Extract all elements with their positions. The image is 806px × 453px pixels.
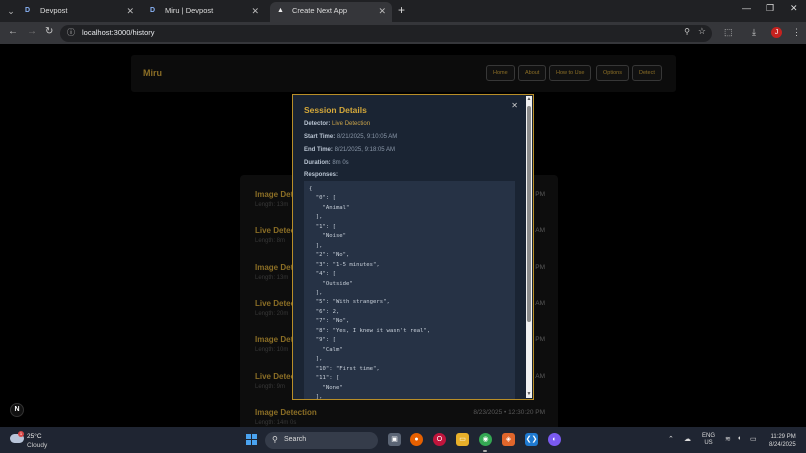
tray-overflow-icon[interactable]: ⌃ <box>668 435 674 443</box>
duration-label: Duration: <box>304 160 331 166</box>
clock-date: 8/24/2025 <box>769 442 796 448</box>
devpost-favicon-icon: D <box>25 7 31 14</box>
profile-avatar[interactable]: J <box>771 27 782 38</box>
scroll-up-icon[interactable]: ▲ <box>526 96 532 103</box>
close-tab-icon[interactable]: ✕ <box>251 2 259 20</box>
responses-json-block[interactable]: { "0": [ "Animal" ], "1": [ "Noise" ], "… <box>304 181 515 399</box>
scrollbar-thumb[interactable] <box>527 106 531 322</box>
onedrive-icon[interactable]: ☁ <box>684 435 691 443</box>
opera-icon[interactable]: O <box>433 433 446 446</box>
site-info-icon[interactable]: ⓘ <box>67 27 75 38</box>
bookmark-star-icon[interactable]: ☆ <box>698 26 706 37</box>
responses-json-text: { "0": [ "Animal" ], "1": [ "Noise" ], "… <box>309 186 431 399</box>
notification-badge: 1 <box>18 431 24 437</box>
duration-row: Duration: 8m 0s <box>304 160 349 166</box>
end-time-value: 8/21/2025, 9:18:05 AM <box>334 147 395 153</box>
close-tab-icon[interactable]: ✕ <box>126 2 134 20</box>
minimize-icon[interactable]: — <box>742 3 751 13</box>
url-text[interactable]: localhost:3000/history <box>82 28 155 37</box>
app-icon[interactable]: ◈ <box>502 433 515 446</box>
nextjs-dev-indicator-icon[interactable]: N <box>10 403 24 417</box>
firefox-icon[interactable]: ● <box>410 433 423 446</box>
new-tab-icon[interactable]: + <box>398 3 405 17</box>
forward-icon[interactable]: → <box>27 26 37 37</box>
tab-title: Miru | Devpost <box>165 6 214 15</box>
system-clock[interactable]: 11:29 PM 8/24/2025 <box>769 433 796 449</box>
nextjs-favicon-icon: ▲ <box>277 7 284 14</box>
vscode-icon[interactable]: ❮❯ <box>525 433 538 446</box>
tab-title: Create Next App <box>292 6 348 15</box>
modal-close-icon[interactable]: ✕ <box>511 101 518 110</box>
browser-toolbar: ← → ↻ ⓘ localhost:3000/history ⚲ ☆ ⬚ ⤓ J… <box>0 22 806 44</box>
end-time-row: End Time: 8/21/2025, 9:18:05 AM <box>304 147 395 153</box>
start-time-row: Start Time: 8/21/2025, 9:10:05 AM <box>304 134 397 140</box>
chrome-icon[interactable]: ◉ <box>479 433 492 446</box>
clock-time: 11:29 PM <box>770 434 796 440</box>
download-icon[interactable]: ⤓ <box>752 27 756 38</box>
extensions-icon[interactable]: ⬚ <box>724 27 733 38</box>
responses-label: Responses: <box>304 172 339 178</box>
region-code: US <box>704 440 713 446</box>
detector-row: Detector: Live Detection <box>304 121 370 127</box>
start-time-value: 8/21/2025, 9:10:05 AM <box>336 134 398 140</box>
end-time-label: End Time: <box>304 147 333 153</box>
taskbar: 1 25°C Cloudy ⚲ Search ▣ ● O ▭ ◉ ◈ ❮❯ ◐ … <box>0 427 806 453</box>
weather-temp: 25°C <box>27 433 42 440</box>
back-icon[interactable]: ← <box>8 26 18 37</box>
taskbar-search[interactable]: ⚲ Search <box>265 432 378 449</box>
page-content: Miru Home About How to Use Options Detec… <box>0 44 806 427</box>
search-icon: ⚲ <box>272 435 278 444</box>
weather-condition: Cloudy <box>27 442 48 449</box>
start-time-label: Start Time: <box>304 134 336 140</box>
address-bar[interactable]: ⓘ localhost:3000/history ⚲ ☆ <box>60 25 712 42</box>
lang-code: ENG <box>702 433 716 439</box>
close-tab-icon[interactable]: ✕ <box>378 2 386 20</box>
tab-miru-devpost[interactable]: D Miru | Devpost ✕ <box>143 2 265 22</box>
tab-strip: ⌄ D Devpost ✕ D Miru | Devpost ✕ ▲ Creat… <box>0 0 806 22</box>
browser-menu-icon[interactable]: ⋮ <box>792 27 801 38</box>
github-desktop-icon[interactable]: ◐ <box>548 433 561 446</box>
file-explorer-icon[interactable]: ▭ <box>456 433 469 446</box>
language-indicator[interactable]: ENG US <box>702 433 715 447</box>
detector-value: Live Detection <box>332 121 371 127</box>
wifi-icon[interactable]: ≋ <box>725 435 731 443</box>
scroll-down-icon[interactable]: ▼ <box>526 391 532 398</box>
modal-title: Session Details <box>304 105 367 115</box>
chrome-running-indicator <box>483 450 487 452</box>
duration-value: 8m 0s <box>332 160 349 166</box>
session-details-modal: ✕ Session Details Detector: Live Detecti… <box>292 94 534 400</box>
maximize-icon[interactable]: ❐ <box>766 3 774 14</box>
window-close-icon[interactable]: ✕ <box>790 3 798 14</box>
task-view-icon[interactable]: ▣ <box>388 433 401 446</box>
tab-create-next-app[interactable]: ▲ Create Next App ✕ <box>270 2 392 22</box>
volume-icon[interactable]: ◖ <box>737 435 741 442</box>
reload-icon[interactable]: ↻ <box>45 26 53 37</box>
start-button-icon[interactable] <box>246 434 258 446</box>
tab-title: Devpost <box>40 6 68 15</box>
tab-devpost[interactable]: D Devpost ✕ <box>18 2 140 22</box>
taskbar-search-label: Search <box>284 436 307 443</box>
devpost-favicon-icon: D <box>150 7 156 14</box>
detector-label: Detector: <box>304 121 331 127</box>
tab-search-icon[interactable]: ⌄ <box>4 4 18 18</box>
battery-icon[interactable]: ▭ <box>750 435 757 443</box>
zoom-icon[interactable]: ⚲ <box>684 27 690 36</box>
modal-scrollbar[interactable]: ▲ ▼ <box>526 96 532 398</box>
